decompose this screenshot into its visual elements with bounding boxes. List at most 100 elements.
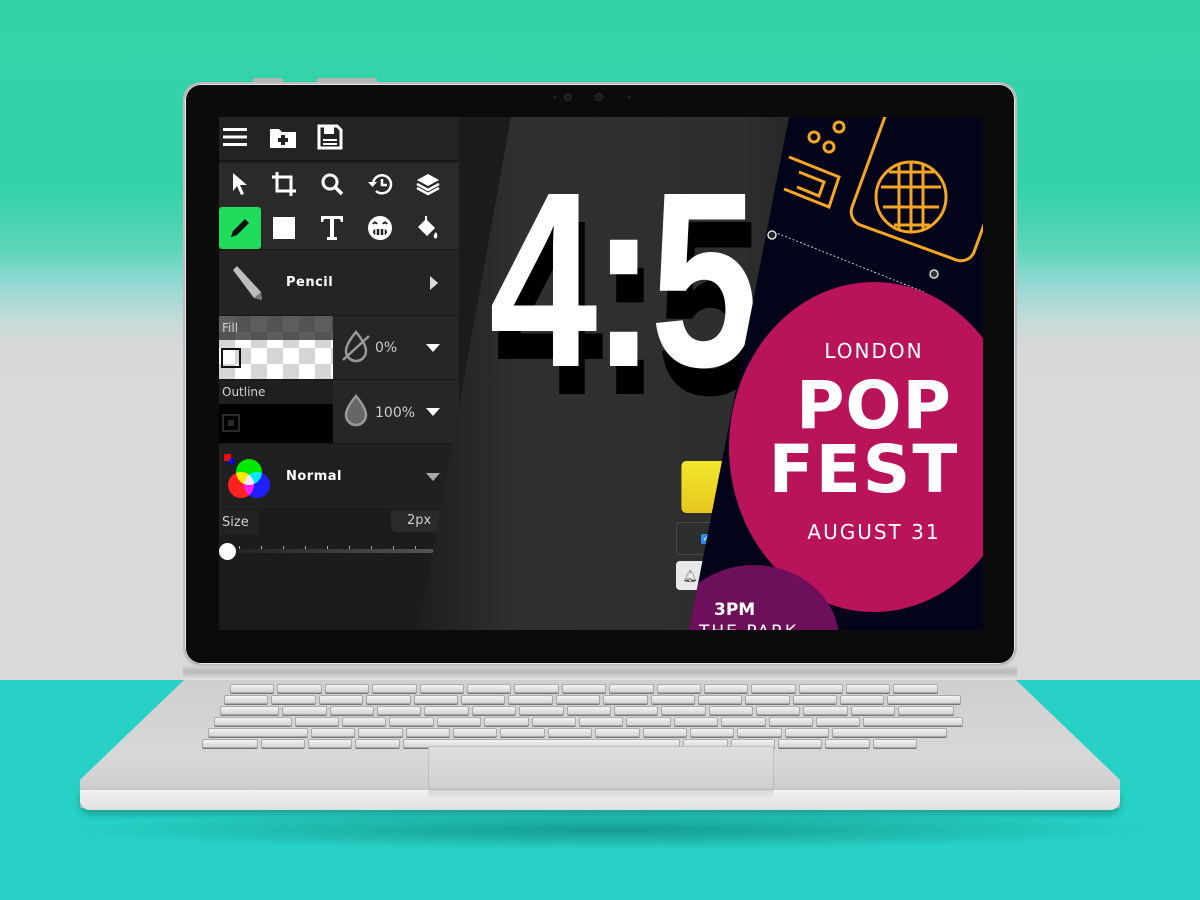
key	[893, 684, 938, 693]
tool-rectangle[interactable]	[263, 207, 305, 249]
hamburger-menu-icon[interactable]	[221, 123, 249, 151]
tool-crop[interactable]	[263, 163, 305, 205]
slider-tick	[371, 546, 372, 549]
key	[318, 695, 364, 704]
key	[751, 684, 796, 693]
dropdown-arrow-icon	[426, 473, 440, 481]
key	[595, 728, 640, 737]
key	[405, 728, 451, 737]
key	[531, 717, 577, 726]
keyboard	[180, 682, 1022, 748]
tool-history[interactable]	[359, 163, 401, 205]
key	[703, 684, 749, 693]
color-wheel-icon	[224, 454, 270, 498]
keyboard-row	[220, 706, 954, 715]
save-icon[interactable]	[315, 122, 345, 152]
poster-title-line2: FEST	[768, 431, 960, 508]
key	[419, 684, 464, 693]
size-slider-track[interactable]	[229, 549, 439, 553]
resize-handle[interactable]	[929, 269, 939, 279]
key	[342, 717, 387, 726]
poster-date: AUGUST 31	[807, 520, 941, 544]
key	[840, 695, 885, 704]
key	[815, 717, 861, 726]
poster-city: LONDON	[824, 339, 924, 363]
key	[872, 739, 918, 748]
outline-opacity-value: 100%	[375, 405, 416, 421]
rotate-handle[interactable]	[767, 230, 777, 240]
tool-paint-bucket[interactable]	[407, 207, 449, 249]
fill-opacity-control[interactable]: 0%	[333, 316, 459, 380]
key	[271, 695, 316, 704]
poster-title-line1: POP	[796, 367, 952, 444]
key	[282, 706, 327, 715]
key	[756, 706, 801, 715]
size-slider-handle[interactable]	[219, 543, 236, 560]
slider-tick	[327, 546, 328, 549]
outline-row: Outline 100%	[219, 379, 459, 444]
slider-tick	[305, 546, 306, 549]
tool-text[interactable]	[311, 207, 353, 249]
no-opacity-icon	[342, 330, 370, 363]
size-value-field[interactable]: 2px	[391, 510, 443, 532]
dropdown-arrow-icon	[426, 344, 440, 352]
key	[697, 695, 743, 704]
opacity-drop-icon	[344, 394, 368, 427]
key	[514, 684, 559, 693]
outline-swatch[interactable]: Outline	[219, 380, 333, 444]
key	[661, 706, 706, 715]
paint-bucket-icon	[418, 216, 438, 239]
poster-time: 3PM	[714, 600, 756, 620]
key	[260, 739, 305, 748]
key	[721, 717, 766, 726]
key	[613, 706, 659, 715]
key	[825, 739, 870, 748]
key	[863, 717, 964, 726]
outline-color-box	[222, 414, 240, 432]
key	[642, 728, 688, 737]
key	[294, 717, 340, 726]
key	[324, 684, 370, 693]
fill-label: Fill	[222, 321, 239, 335]
tool-layers[interactable]	[407, 163, 449, 205]
key	[500, 728, 545, 737]
rectangle-icon	[273, 217, 295, 239]
fill-swatch[interactable]: Fill	[219, 316, 333, 380]
new-folder-icon[interactable]	[267, 123, 299, 151]
tool-emoji[interactable]	[359, 207, 401, 249]
text-icon	[321, 216, 343, 240]
key	[508, 695, 553, 704]
tool-pencil[interactable]	[219, 207, 261, 249]
key	[673, 717, 719, 726]
key	[708, 706, 754, 715]
tool-zoom[interactable]	[311, 163, 353, 205]
laptop-hinge	[183, 664, 1017, 680]
key	[224, 695, 269, 704]
key	[898, 706, 954, 715]
lid-notch	[428, 790, 774, 800]
tool-select[interactable]	[219, 163, 261, 205]
key	[220, 706, 280, 715]
slider-ticks	[239, 546, 439, 549]
slider-tick	[349, 546, 350, 549]
blend-mode-selector[interactable]: Normal	[219, 443, 459, 509]
slider-tick	[393, 546, 394, 549]
outline-opacity-control[interactable]: 100%	[333, 380, 459, 444]
key	[424, 706, 469, 715]
key	[846, 684, 891, 693]
key	[307, 739, 353, 748]
tool-selector[interactable]: Pencil	[219, 249, 459, 315]
laptop-screen: Pencil Fill 0% Outline 100% Normal Size …	[219, 117, 983, 630]
timer-display: 4:5	[489, 140, 758, 419]
key	[484, 717, 529, 726]
key	[310, 728, 356, 737]
key	[358, 728, 403, 737]
paint-app: Pencil Fill 0% Outline 100% Normal Size …	[219, 117, 459, 630]
key	[656, 684, 701, 693]
key	[413, 695, 458, 704]
expand-arrow-icon	[430, 276, 438, 290]
poster-venue: THE PARK	[699, 622, 798, 630]
key	[745, 695, 790, 704]
key	[208, 728, 308, 737]
key	[803, 706, 848, 715]
